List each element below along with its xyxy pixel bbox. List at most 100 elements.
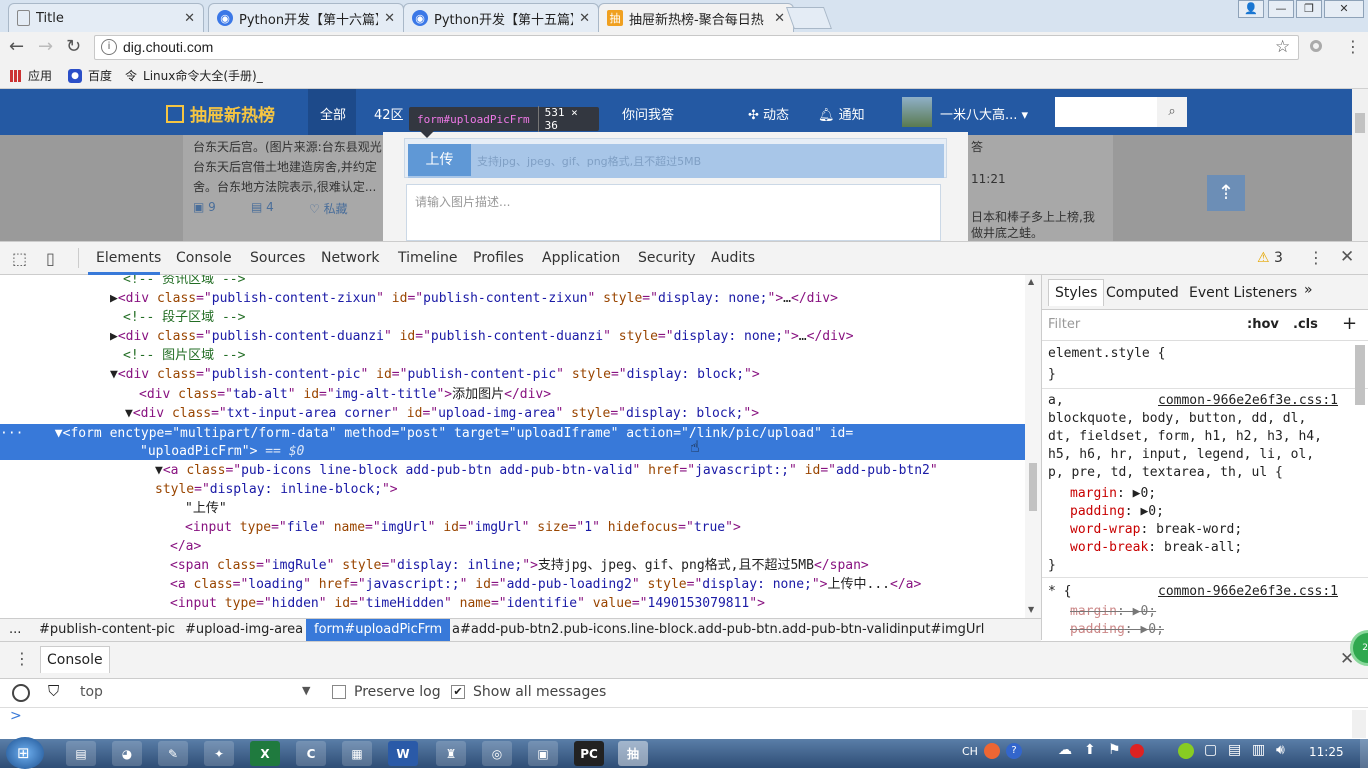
maximize-button[interactable]: ❐ (1296, 0, 1322, 18)
upload-button[interactable]: 上传 (408, 144, 471, 176)
dom-node[interactable]: <input type="file" name="imgUrl" id="img… (185, 518, 741, 537)
breadcrumb-item[interactable]: input#imgUrl (897, 622, 984, 637)
bookmark-apps[interactable]: 应用 (10, 67, 52, 84)
bookmark-baidu[interactable]: ● 百度 (68, 67, 112, 84)
tray-icon[interactable]: ⬆ (1084, 742, 1096, 758)
tab-elements[interactable]: Elements (96, 250, 161, 266)
context-select[interactable]: top (80, 684, 103, 700)
site-logo[interactable]: 抽屉新热榜 (166, 101, 275, 126)
clear-console-icon[interactable] (12, 684, 30, 702)
show-desktop-button[interactable] (1360, 739, 1368, 768)
network-icon[interactable]: ▥ (1252, 742, 1265, 758)
tab-security[interactable]: Security (638, 250, 696, 266)
filter-icon[interactable]: ⛉ (48, 682, 59, 700)
help-icon[interactable]: ? (1006, 743, 1022, 759)
avatar[interactable] (902, 97, 932, 127)
drawer-menu-icon[interactable]: ⋮ (14, 649, 30, 668)
dom-node-cont[interactable]: style="display: inline-block;"> (155, 480, 398, 499)
tab-title[interactable]: Title ✕ (8, 3, 204, 32)
sogou-icon[interactable] (984, 743, 1000, 759)
search-input[interactable] (1055, 97, 1157, 127)
minimize-button[interactable]: — (1268, 0, 1294, 18)
close-icon[interactable]: ✕ (1340, 247, 1354, 267)
user-icon[interactable]: 👤 (1238, 0, 1264, 18)
styles-scrollbar-thumb[interactable] (1355, 345, 1365, 405)
rule-selector[interactable]: a, blockquote, body, button, dd, dl, dt,… (1048, 392, 1322, 482)
close-window-button[interactable]: ✕ (1324, 0, 1364, 18)
user-menu[interactable]: 一米八大高... ▾ (940, 104, 1028, 123)
dom-node[interactable]: ▼<div class="publish-content-pic" id="pu… (110, 365, 760, 384)
tab-styles[interactable]: Styles (1048, 279, 1105, 306)
style-prop-word-break[interactable]: word-break: break-all; (1070, 539, 1242, 557)
style-prop-overridden[interactable]: padding: ▶0; (1070, 621, 1164, 639)
drawer-tab-console[interactable]: Console (40, 646, 110, 673)
dom-node[interactable]: ▼<a class="pub-icons line-block add-pub-… (155, 461, 938, 480)
comment-count[interactable]: ▤ 4 (251, 200, 274, 214)
tab-python-15[interactable]: ◉ Python开发【第十五篇】 ✕ (403, 3, 599, 32)
extension-icon[interactable] (1310, 40, 1322, 52)
chrome-icon[interactable]: ◎ (482, 741, 512, 766)
word-icon[interactable]: W (388, 741, 418, 766)
device-toggle-icon[interactable]: ▯ (46, 249, 55, 268)
close-icon[interactable]: ✕ (774, 11, 785, 26)
favorite-button[interactable]: ♡ 私藏 (309, 200, 348, 217)
tab-event-listeners[interactable]: Event Listeners (1189, 285, 1297, 301)
warning-badge[interactable]: ⚠ 3 (1257, 250, 1283, 266)
firefox-icon[interactable]: ◕ (112, 741, 142, 766)
tab-network[interactable]: Network (321, 250, 379, 266)
show-all-checkbox[interactable]: ✔ (451, 685, 465, 699)
hov-toggle[interactable]: :hov (1247, 317, 1279, 332)
explorer-icon[interactable]: ▤ (66, 741, 96, 766)
tab-profiles[interactable]: Profiles (473, 250, 524, 266)
bookmark-linux[interactable]: 令 Linux命令大全(手册)_ (125, 67, 263, 84)
element-style-rule[interactable]: element.style { (1048, 345, 1165, 363)
inspect-element-icon[interactable]: ⬚ (12, 249, 27, 268)
tray-icon[interactable]: ▢ (1204, 742, 1217, 758)
scroll-up-icon[interactable]: ▲ (1028, 277, 1034, 286)
dom-text[interactable]: "上传" (185, 499, 227, 518)
dom-node-selected[interactable]: ··· ▼<form enctype="multipart/form-data"… (0, 424, 853, 443)
back-to-top-button[interactable]: ⇡ (1207, 175, 1245, 211)
breadcrumb-ellipsis[interactable]: ... (9, 622, 21, 637)
forward-arrow-icon[interactable]: → (38, 36, 53, 57)
like-count[interactable]: ▣ 9 (193, 200, 216, 214)
tray-icon[interactable]: ⚑ (1108, 742, 1121, 758)
tab-sources[interactable]: Sources (250, 250, 305, 266)
close-icon[interactable]: ✕ (384, 11, 395, 26)
volume-icon[interactable]: 🔊︎ (1276, 742, 1285, 758)
back-arrow-icon[interactable]: ← (9, 36, 24, 57)
nav-qa[interactable]: 你问我答 (622, 104, 674, 123)
breadcrumb-item[interactable]: #upload-img-area (185, 622, 303, 637)
stylesheet-link[interactable]: common-966e2e6f3e.css:1 (1158, 583, 1338, 601)
nav-all[interactable]: 全部 (320, 104, 346, 123)
description-textarea[interactable]: 请输入图片描述... (406, 184, 941, 241)
style-prop-overridden[interactable]: margin: ▶0; (1070, 603, 1156, 621)
new-tab-button[interactable] (785, 7, 833, 29)
dom-close-tag[interactable]: </a> (170, 537, 201, 556)
tray-icon[interactable] (1130, 744, 1144, 758)
style-prop-margin[interactable]: margin: ▶0; (1070, 485, 1156, 503)
calculator-icon[interactable]: ▣ (528, 741, 558, 766)
dom-node[interactable]: <input type="hidden" id="timeHidden" nam… (170, 594, 765, 613)
clock[interactable]: 11:25 (1309, 745, 1344, 759)
tab-console[interactable]: Console (176, 250, 232, 266)
breadcrumb-item[interactable]: a#add-pub-btn2.pub-icons.line-block.add-… (452, 622, 898, 637)
console-scrollbar[interactable] (1352, 710, 1366, 738)
nav-dynamic[interactable]: ✣ 动态 (748, 104, 789, 123)
notepad-icon[interactable]: ✎ (158, 741, 188, 766)
cls-toggle[interactable]: .cls (1293, 317, 1318, 332)
tray-icon[interactable]: ▤ (1228, 742, 1241, 758)
pycharm-edu-icon[interactable]: C (296, 741, 326, 766)
dom-node[interactable]: ▶<div class="publish-content-zixun" id="… (110, 289, 838, 308)
add-rule-icon[interactable]: + (1342, 313, 1357, 334)
tab-application[interactable]: Application (542, 250, 620, 266)
tab-python-16[interactable]: ◉ Python开发【第十六篇】 ✕ (208, 3, 404, 32)
info-icon[interactable]: i (101, 39, 117, 55)
search-button[interactable]: ⌕ (1157, 97, 1187, 127)
tray-icon[interactable] (1178, 743, 1194, 759)
active-app-icon[interactable]: 抽 (618, 741, 648, 766)
tab-timeline[interactable]: Timeline (398, 250, 458, 266)
scroll-down-icon[interactable]: ▼ (1028, 605, 1034, 614)
tab-audits[interactable]: Audits (711, 250, 755, 266)
pycharm-icon[interactable]: PC (574, 741, 604, 766)
